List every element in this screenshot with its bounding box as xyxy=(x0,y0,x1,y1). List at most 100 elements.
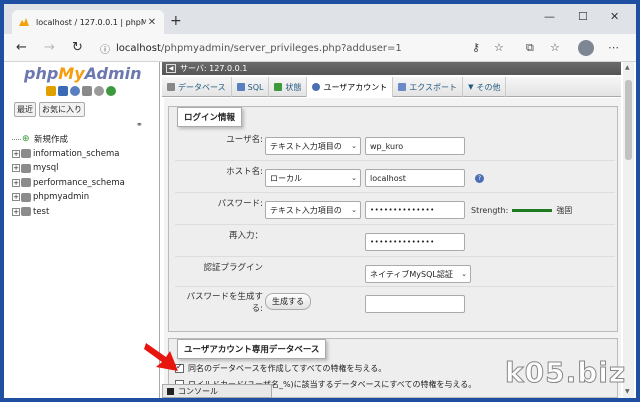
tab-label: その他 xyxy=(476,82,501,92)
tree-item-label: mysql xyxy=(33,163,59,174)
strength-text: 強固 xyxy=(556,206,573,215)
info-icon[interactable]: ⓘ xyxy=(100,41,110,56)
tab-user-accounts[interactable]: ユーザアカウント xyxy=(307,77,394,97)
new-db-icon: ⊕ xyxy=(22,133,30,144)
tab-title: localhost / 127.0.0.1 | phpMyAdmin xyxy=(36,17,146,27)
refresh-icon[interactable]: ↻ xyxy=(72,40,83,55)
expand-icon[interactable]: + xyxy=(12,178,20,187)
address-bar[interactable]: ⓘ localhost /phpmyadmin/server_privilege… xyxy=(100,38,430,58)
password-strength: Strength: 強固 xyxy=(471,205,572,216)
settings-gear-icon[interactable] xyxy=(94,86,104,96)
generated-password-input[interactable] xyxy=(365,295,465,313)
home-icon[interactable] xyxy=(46,86,56,96)
tree-item-db[interactable]: + information_schema xyxy=(12,147,125,162)
dropdown-triangle-icon: ▼ xyxy=(468,83,474,91)
favorite-star-icon[interactable]: ☆ xyxy=(494,41,504,54)
auth-plugin-select[interactable]: ネイティブMySQL認証 ⌄ xyxy=(365,265,471,283)
docs-icon[interactable] xyxy=(82,86,92,96)
back-arrow-icon[interactable]: ← xyxy=(16,40,27,55)
help-icon[interactable]: ? xyxy=(475,174,484,183)
tab-label: SQL xyxy=(247,82,264,92)
browser-window: localhost / 127.0.0.1 | phpMyAdmin ✕ + —… xyxy=(4,4,636,398)
tab-more[interactable]: ▼ その他 xyxy=(463,77,507,97)
phpmyadmin-logo[interactable]: phpMyAdmin xyxy=(24,64,142,83)
nav-icon-row xyxy=(46,86,116,96)
help-icon[interactable] xyxy=(70,86,80,96)
tab-label: エクスポート xyxy=(409,82,458,92)
tree-item-db[interactable]: + phpmyadmin xyxy=(12,190,125,205)
tree-item-label: phpmyadmin xyxy=(33,192,90,203)
console-bar[interactable]: コンソール xyxy=(162,384,272,398)
username-row: ユーザ名: テキスト入力項目の ⌄ wp_kuro xyxy=(175,131,615,161)
reenter-label: 再入力： xyxy=(228,231,263,241)
favorites-button[interactable]: お気に入り xyxy=(39,102,85,117)
maximize-button[interactable]: ☐ xyxy=(578,10,588,23)
password-input[interactable]: •••••••••••••• xyxy=(365,201,465,219)
scroll-down-icon[interactable]: ▼ xyxy=(625,388,630,395)
host-input[interactable]: localhost xyxy=(365,169,465,187)
address-toolbar: ← → ↻ ⓘ localhost /phpmyadmin/server_pri… xyxy=(4,34,636,62)
minimize-button[interactable]: — xyxy=(544,10,555,23)
expand-icon[interactable]: + xyxy=(12,149,20,158)
tree-item-label: 新規作成 xyxy=(34,135,69,146)
collapse-nav-icon[interactable]: ◀ xyxy=(166,64,176,73)
tab-close-icon[interactable]: ✕ xyxy=(146,17,158,28)
password-row: パスワード: テキスト入力項目の ⌄ •••••••••••••• Strengt… xyxy=(175,195,615,225)
host-row: ホスト名: ローカル ⌄ localhost ? xyxy=(175,163,615,193)
host-type-select[interactable]: ローカル ⌄ xyxy=(265,169,361,187)
create-db-option[interactable]: 同名のデータベースを作成してすべての特権を与える。 xyxy=(175,362,386,374)
login-info-fieldset: ログイン情報 ユーザ名: テキスト入力項目の ⌄ wp_kuro ホスト名: ロー… xyxy=(168,106,618,332)
extensions-icon[interactable]: ⧉ xyxy=(526,41,534,55)
select-value: ローカル xyxy=(270,173,302,183)
phpmyadmin-favicon-icon xyxy=(18,17,30,27)
tab-databases[interactable]: データベース xyxy=(162,77,232,97)
expand-icon[interactable]: + xyxy=(12,193,20,202)
logo-admin: Admin xyxy=(84,64,142,83)
sql-icon xyxy=(236,83,245,91)
tree-item-label: information_schema xyxy=(33,148,120,159)
database-icon xyxy=(21,207,31,217)
tree-item-db[interactable]: + test xyxy=(12,205,125,220)
username-input[interactable]: wp_kuro xyxy=(365,137,465,155)
username-type-select[interactable]: テキスト入力項目の ⌄ xyxy=(265,137,361,155)
profile-avatar[interactable] xyxy=(578,40,594,56)
auth-plugin-row: 認証プラグイン ネイティブMySQL認証 ⌄ xyxy=(175,259,615,287)
scroll-up-icon[interactable]: ▲ xyxy=(625,64,630,71)
chevron-down-icon: ⌄ xyxy=(351,206,357,214)
reenter-password-input[interactable]: •••••••••••••• xyxy=(365,233,465,251)
password-type-select[interactable]: テキスト入力項目の ⌄ xyxy=(265,201,361,219)
red-arrow-annotation xyxy=(144,343,178,371)
reload-icon[interactable] xyxy=(106,86,116,96)
tree-item-db[interactable]: + performance_schema xyxy=(12,176,125,191)
tree-item-new[interactable]: ⊕ 新規作成 xyxy=(12,132,125,147)
strength-meter xyxy=(512,209,553,212)
logout-icon[interactable] xyxy=(58,86,68,96)
key-icon[interactable]: ⚷ xyxy=(472,41,480,54)
generate-password-button[interactable]: 生成する xyxy=(265,293,311,310)
browser-tab[interactable]: localhost / 127.0.0.1 | phpMyAdmin ✕ xyxy=(12,10,164,34)
tab-sql[interactable]: SQL xyxy=(232,77,270,97)
recent-button[interactable]: 最近 xyxy=(14,102,36,117)
close-window-button[interactable]: ✕ xyxy=(610,10,619,23)
reenter-row: 再入力： •••••••••••••• xyxy=(175,227,615,257)
scrollbar-thumb[interactable] xyxy=(625,80,632,160)
forward-arrow-icon[interactable]: → xyxy=(44,40,55,55)
strength-label: Strength: xyxy=(471,206,509,215)
collections-icon[interactable]: ☆ xyxy=(550,41,560,54)
expand-icon[interactable]: + xyxy=(12,164,20,173)
watermark: k05.biz xyxy=(504,356,627,390)
link-chain-icon[interactable]: ⚭ xyxy=(136,120,143,129)
menu-dots-icon[interactable]: ⋯ xyxy=(608,41,619,54)
vertical-scrollbar[interactable]: ▲ ▼ xyxy=(623,62,634,398)
tree-item-db[interactable]: + mysql xyxy=(12,161,125,176)
expand-icon[interactable]: + xyxy=(12,207,20,216)
user-database-legend: ユーザアカウント専用データベース xyxy=(177,339,327,359)
tab-label: 状態 xyxy=(285,82,302,92)
tab-export[interactable]: エクスポート xyxy=(393,77,464,97)
tree-item-label: performance_schema xyxy=(33,177,125,188)
tab-status[interactable]: 状態 xyxy=(269,77,308,97)
new-tab-button[interactable]: + xyxy=(170,13,182,29)
url-host: localhost xyxy=(116,42,161,54)
server-label[interactable]: サーバ: 127.0.0.1 xyxy=(180,63,247,74)
chevron-down-icon: ⌄ xyxy=(351,174,357,182)
